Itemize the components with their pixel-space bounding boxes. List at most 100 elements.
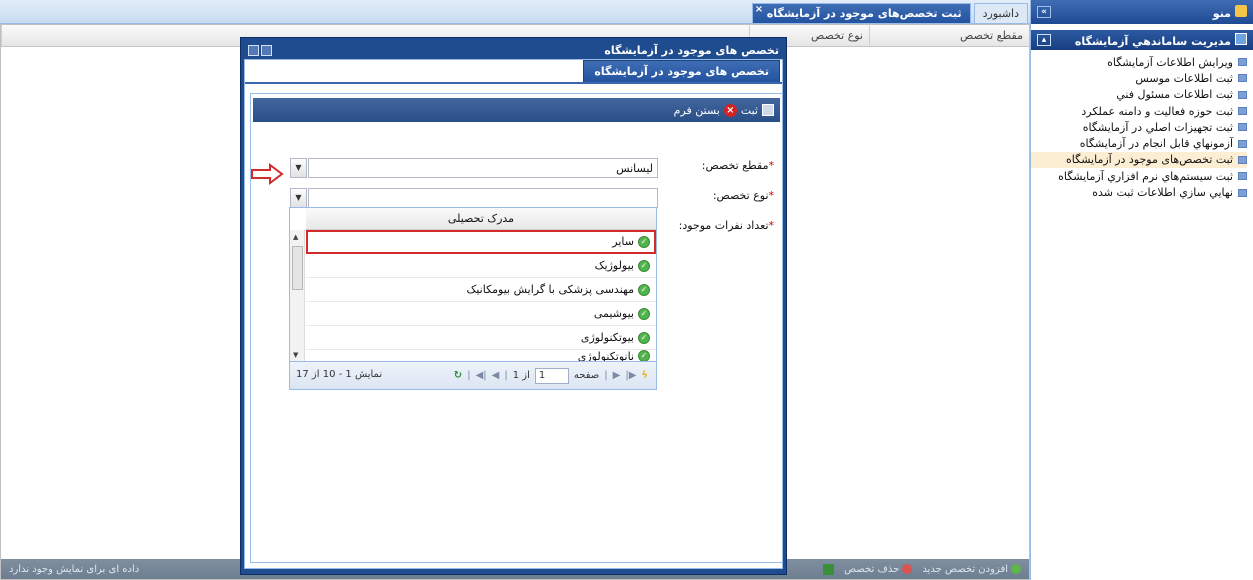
- sidebar-item[interactable]: ويرايش اطلاعات آزمايشگاه: [1031, 54, 1247, 70]
- option-label: مهندسی پزشکی با گرایش بیومکانیک: [466, 283, 635, 296]
- sidebar-title: منو: [1212, 6, 1231, 20]
- check-icon: ✓: [638, 307, 650, 320]
- item-icon: [1238, 58, 1247, 67]
- sidebar-item[interactable]: ثبت سيستم‌هاي نرم افزاري آزمايشگاه: [1031, 168, 1247, 184]
- close-form-button[interactable]: بستن فرم: [674, 104, 720, 117]
- tab-specialties-form[interactable]: تخصص های موجود در آزمایشگاه: [583, 60, 780, 82]
- required-star: *: [768, 219, 775, 232]
- item-icon: [1238, 74, 1247, 83]
- sidebar-item-label: ثبت تخصص‌های موجود در آزمایشگاه: [1066, 153, 1233, 167]
- maximize-window-icon[interactable]: [261, 44, 272, 56]
- sidebar-item-label: ثبت تجهيزات اصلي در آزمايشگاه: [1082, 120, 1233, 134]
- sidebar-item[interactable]: ثبت اطلاعات موسس: [1031, 70, 1247, 86]
- window-tabs: تخصص های موجود در آزمایشگاه: [245, 60, 782, 84]
- pager-separator: |: [604, 370, 608, 381]
- window-tab-label: تخصص های موجود در آزمایشگاه: [594, 65, 769, 78]
- page-input[interactable]: 1: [534, 367, 569, 384]
- sidebar-header: منو »: [1031, 0, 1253, 24]
- check-icon: ✓: [638, 235, 650, 248]
- form-toolbar: ثبت × بستن فرم: [253, 98, 780, 122]
- sidebar-item[interactable]: ثبت اطلاعات مسئول فني: [1031, 87, 1247, 103]
- close-form-icon[interactable]: ×: [723, 103, 737, 117]
- pager-separator: |: [504, 370, 508, 381]
- dropdown-header: مدرک تحصیلی: [306, 208, 656, 230]
- app-root: داشبورد ثبت تخصص‌های موجود در آزمایشگاه …: [0, 0, 1253, 580]
- delete-specialty-label: حذف تخصص: [844, 563, 900, 575]
- sidebar-item-label: نهايي سازي اطلاعات ثبت شده: [1092, 186, 1233, 200]
- sidebar-group-title: مديريت ساماندهي آزمايشگاه: [1074, 34, 1231, 48]
- item-icon: [1238, 90, 1247, 99]
- sidebar-item-label: ثبت حوزه فعاليت و دامنه عملكرد: [1081, 104, 1233, 118]
- save-button[interactable]: ثبت: [741, 104, 758, 117]
- prev-page-icon[interactable]: ◀: [492, 370, 500, 381]
- scroll-down-icon[interactable]: ▼: [293, 351, 298, 359]
- sidebar-item[interactable]: ثبت حوزه فعاليت و دامنه عملكرد: [1031, 103, 1247, 119]
- item-icon: [1238, 139, 1247, 148]
- refresh-icon[interactable]: ↻: [454, 370, 462, 381]
- delete-specialty-button[interactable]: حذف تخصص: [844, 563, 913, 575]
- red-arrow-icon: [251, 163, 284, 185]
- type-dropdown-list: مدرک تحصیلی ▲ ▼ ✓ سایر ✓ بیولوژیک ✓ مهندسی …: [289, 207, 657, 390]
- close-tab-icon[interactable]: ×: [755, 4, 763, 15]
- tab-specialties-label: ثبت تخصص‌های موجود در آزمایشگاه: [766, 7, 962, 20]
- type-combo[interactable]: [308, 188, 658, 208]
- type-label-row: * نوع تخصص:: [713, 189, 774, 202]
- degree-dropdown-icon[interactable]: ▼: [290, 158, 307, 178]
- collapse-group-icon[interactable]: ▴: [1037, 34, 1051, 46]
- page-label: صفحه: [573, 370, 600, 381]
- dropdown-pager: ϟ ▶| ▶ | صفحه 1 از 1 | ◀ |◀ | ↻ نمایش 1 …: [290, 361, 656, 389]
- delete-icon: [902, 564, 913, 574]
- count-label-row: * تعداد نفرات موجود:: [679, 219, 774, 232]
- degree-value: لیسانس: [616, 161, 653, 175]
- sidebar-item-selected[interactable]: ثبت تخصص‌های موجود در آزمایشگاه: [1031, 151, 1247, 169]
- save-icon[interactable]: [762, 104, 774, 116]
- sidebar-group[interactable]: مديريت ساماندهي آزمايشگاه ▴: [1031, 30, 1253, 50]
- degree-combo[interactable]: لیسانس: [308, 158, 658, 178]
- type-label: نوع تخصص:: [712, 189, 769, 202]
- sidebar-item[interactable]: آزمونهاي قابل انجام در آزمايشگاه: [1031, 135, 1247, 151]
- item-icon: [1238, 123, 1247, 132]
- scroll-thumb[interactable]: [292, 246, 303, 290]
- dropdown-option-highlighted[interactable]: ✓ سایر: [306, 230, 656, 254]
- column-degree[interactable]: مقطع تخصص: [869, 25, 1029, 46]
- next-page-icon[interactable]: ▶: [613, 370, 621, 381]
- tab-dashboard[interactable]: داشبورد: [973, 3, 1028, 23]
- close-window-icon[interactable]: [248, 44, 259, 56]
- first-page-icon[interactable]: |◀: [476, 370, 487, 381]
- window-titlebar[interactable]: تخصص های موجود در آزمایشگاه: [244, 41, 783, 59]
- type-dropdown-icon[interactable]: ▼: [290, 188, 307, 208]
- dropdown-option[interactable]: ✓ بیوتکنولوژی: [306, 326, 656, 350]
- page-of-label: از 1: [512, 370, 530, 381]
- column-rownum: [1, 25, 25, 46]
- check-icon: ✓: [638, 259, 650, 272]
- menu-icon: [1235, 4, 1247, 17]
- collapse-sidebar-icon[interactable]: »: [1037, 6, 1051, 18]
- item-icon: [1238, 107, 1247, 116]
- empty-grid-text: داده ای برای نمایش وجود ندارد: [9, 563, 140, 575]
- check-icon: ✓: [638, 283, 650, 296]
- degree-label: مقطع تخصص:: [701, 159, 769, 172]
- excel-button[interactable]: [823, 563, 835, 575]
- sidebar-item[interactable]: ثبت تجهيزات اصلي در آزمايشگاه: [1031, 119, 1247, 135]
- dropdown-option[interactable]: ✓ بیولوژیک: [306, 254, 656, 278]
- bolt-icon[interactable]: ϟ: [641, 370, 648, 381]
- add-specialty-label: افزودن تخصص جدید: [922, 563, 1008, 575]
- excel-icon: [823, 563, 835, 575]
- window-controls: [248, 44, 272, 56]
- option-label: بیولوژیک: [594, 259, 634, 272]
- last-page-icon[interactable]: ▶|: [625, 370, 636, 381]
- item-icon: [1238, 155, 1247, 164]
- pager-info: نمایش 1 - 10 از 17: [296, 369, 383, 380]
- window-body: تخصص های موجود در آزمایشگاه ثبت × بستن ف…: [244, 59, 783, 569]
- tab-specialties[interactable]: ثبت تخصص‌های موجود در آزمایشگاه ×: [751, 3, 971, 23]
- window-title: تخصص های موجود در آزمایشگاه: [604, 43, 779, 57]
- sidebar-item-label: آزمونهاي قابل انجام در آزمايشگاه: [1079, 137, 1233, 151]
- scroll-up-icon[interactable]: ▲: [293, 233, 298, 241]
- sidebar-item[interactable]: نهايي سازي اطلاعات ثبت شده: [1031, 184, 1247, 200]
- item-icon: [1238, 172, 1247, 181]
- dropdown-option[interactable]: ✓ مهندسی پزشکی با گرایش بیومکانیک: [306, 278, 656, 302]
- add-specialty-button[interactable]: افزودن تخصص جدید: [922, 564, 1021, 575]
- required-star: *: [768, 189, 775, 202]
- dropdown-scrollbar[interactable]: ▲ ▼: [290, 230, 305, 362]
- dropdown-option[interactable]: ✓ بیوشیمی: [306, 302, 656, 326]
